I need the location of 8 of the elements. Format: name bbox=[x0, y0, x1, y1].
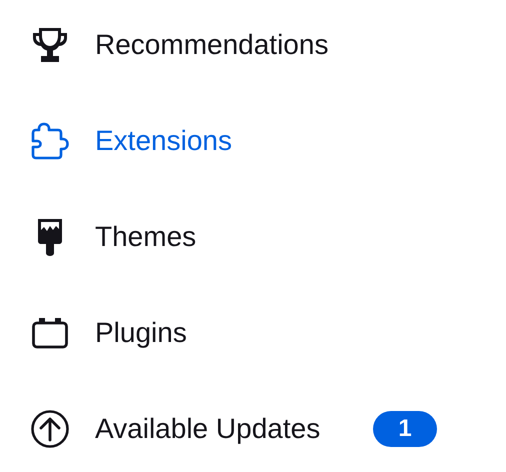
category-item[interactable]: Available Updates 1 bbox=[0, 381, 437, 472]
category-item[interactable]: Themes bbox=[0, 189, 437, 285]
trophy-icon bbox=[30, 25, 70, 65]
category-item[interactable]: Recommendations bbox=[0, 0, 437, 93]
count-badge: 1 bbox=[373, 411, 437, 447]
category-item[interactable]: Extensions bbox=[0, 93, 437, 189]
puzzle-icon bbox=[30, 121, 70, 161]
category-item[interactable]: Plugins bbox=[0, 285, 437, 381]
